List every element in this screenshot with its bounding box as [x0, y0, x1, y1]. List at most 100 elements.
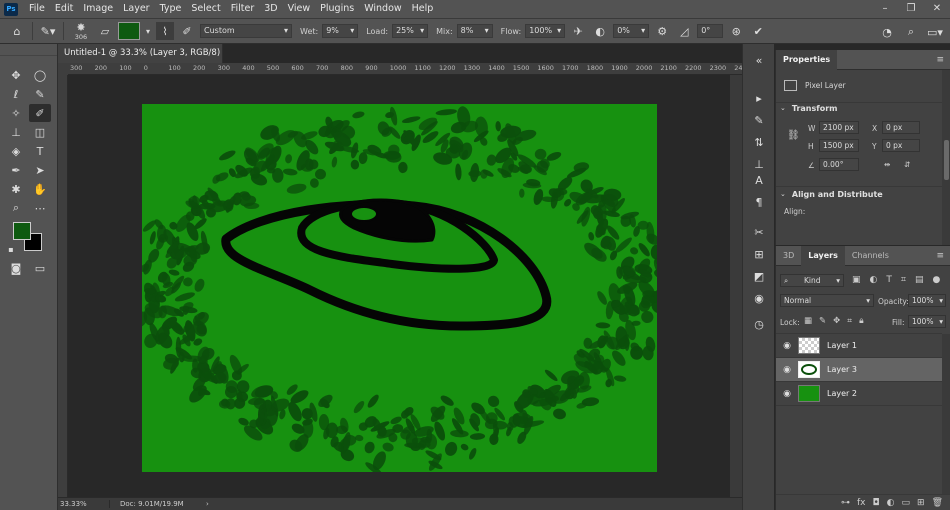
align-header[interactable]: ⌄ Align and Distribute — [780, 190, 883, 199]
clean-brush-icon[interactable]: ✐ — [178, 22, 196, 40]
close-window-button[interactable]: ✕ — [924, 0, 950, 18]
expand-panels-icon[interactable]: « — [751, 52, 767, 68]
lock-position-icon[interactable]: ✥ — [833, 316, 840, 326]
type-tool-icon[interactable]: T — [29, 142, 51, 160]
quick-mask-icon[interactable]: ◙ — [5, 259, 27, 277]
new-group-icon[interactable]: ▭ — [902, 498, 911, 508]
swatch-options-icon[interactable]: ▾ — [144, 22, 152, 40]
styles-panel-icon[interactable]: ◉ — [751, 290, 767, 306]
pen-tool-icon[interactable]: ✒ — [5, 161, 27, 179]
width-input[interactable]: 2100 px — [819, 121, 859, 134]
pressure-size-icon[interactable]: ✔ — [749, 22, 767, 40]
menu-help[interactable]: Help — [407, 0, 439, 18]
x-input[interactable]: 0 px — [882, 121, 920, 134]
tab-layers[interactable]: Layers — [801, 245, 845, 266]
load-input[interactable]: 25% ▾ — [392, 24, 429, 38]
mix-input[interactable]: 8% ▾ — [456, 24, 493, 38]
filter-toggle-icon[interactable]: ● — [932, 275, 940, 285]
menu-window[interactable]: Window — [359, 0, 406, 18]
magic-wand-tool-icon[interactable]: ✧ — [5, 104, 27, 122]
tools-panel-grip[interactable] — [0, 44, 57, 56]
menu-edit[interactable]: Edit — [50, 0, 78, 18]
tools-preset-icon[interactable]: ✂ — [751, 224, 767, 240]
lock-artboard-icon[interactable]: ⌗ — [847, 316, 852, 326]
menu-3d[interactable]: 3D — [259, 0, 282, 18]
share-icon[interactable]: ◔ — [878, 23, 896, 41]
angle-input[interactable]: 0.00° — [819, 158, 859, 171]
workspace-icon[interactable]: ▭▾ — [926, 23, 944, 41]
tab-3d[interactable]: 3D — [776, 246, 801, 266]
fill-input[interactable]: 100% ▾ — [908, 315, 946, 328]
link-layers-icon[interactable]: ⊶ — [841, 498, 850, 508]
move-tool-icon[interactable]: ✥ — [5, 66, 27, 84]
character-panel-icon[interactable]: A — [751, 172, 767, 188]
history-panel-icon[interactable]: ▸ — [751, 90, 767, 106]
smoothing-icon[interactable]: ◐ — [591, 22, 609, 40]
filter-smart-object-icon[interactable]: ▤ — [915, 275, 924, 285]
document-tab[interactable]: Untitled-1 @ 33.3% (Layer 3, RGB/8) *× — [58, 44, 223, 77]
lasso-tool-icon[interactable]: ℓ — [5, 85, 27, 103]
tab-properties[interactable]: Properties — [776, 49, 838, 70]
paint-bucket-tool-icon[interactable]: ◈ — [5, 142, 27, 160]
lock-pixels-icon[interactable]: ✎ — [819, 316, 826, 326]
flip-vertical-icon[interactable]: ⇵ — [904, 160, 910, 169]
menu-select[interactable]: Select — [186, 0, 225, 18]
visibility-eye-icon[interactable]: ◉ — [776, 341, 798, 351]
screen-mode-icon[interactable]: ▭ — [29, 259, 51, 277]
quick-selection-tool-icon[interactable]: ✎ — [29, 85, 51, 103]
layer-style-icon[interactable]: fx — [857, 498, 866, 508]
restore-button[interactable]: ❐ — [898, 0, 924, 18]
mixer-brush-tool-icon[interactable]: ✐ — [29, 104, 51, 122]
menu-filter[interactable]: Filter — [226, 0, 260, 18]
panel-menu-icon[interactable]: ≡ — [936, 55, 944, 65]
wet-input[interactable]: 9% ▾ — [322, 24, 359, 38]
shape-tool-icon[interactable]: ✱ — [5, 180, 27, 198]
mixer-brush-tool-icon[interactable]: ✎▾ — [39, 22, 57, 40]
delete-layer-icon[interactable]: 🗑︎ — [932, 498, 943, 508]
minimize-button[interactable]: – — [872, 0, 898, 18]
layer-row-layer-3[interactable]: ◉ Layer 3 — [776, 358, 942, 382]
flip-horizontal-icon[interactable]: ⇹ — [884, 160, 890, 169]
foreground-color-swatch[interactable] — [13, 222, 31, 240]
menu-plugins[interactable]: Plugins — [315, 0, 359, 18]
smoothing-input[interactable]: 0% ▾ — [613, 24, 650, 38]
adjustment-layer-icon[interactable]: ◐ — [887, 498, 895, 508]
layer-row-layer-1[interactable]: ◉ Layer 1 — [776, 334, 942, 358]
brushes-panel-icon[interactable]: ✎ — [751, 112, 767, 128]
timeline-panel-icon[interactable]: ◷ — [751, 316, 767, 332]
menu-type[interactable]: Type — [155, 0, 187, 18]
layer-filter-select[interactable]: ⌕ Kind ▾ — [780, 274, 844, 287]
hand-tool-icon[interactable]: ✋ — [29, 180, 51, 198]
brush-angle-icon[interactable]: ◿ — [675, 22, 693, 40]
properties-scrollbar[interactable] — [942, 70, 950, 245]
filter-shape-icon[interactable]: ⌗ — [901, 275, 906, 285]
blend-preset-select[interactable]: Custom ▾ — [200, 24, 292, 38]
menu-view[interactable]: View — [283, 0, 316, 18]
more-tools-icon[interactable]: ⋯ — [29, 199, 51, 217]
home-icon[interactable]: ⌂ — [8, 22, 26, 40]
blend-mode-select[interactable]: Normal ▾ — [780, 294, 874, 307]
y-input[interactable]: 0 px — [882, 139, 920, 152]
lock-all-icon[interactable]: 🔒︎ — [859, 316, 864, 326]
angle-input[interactable]: 0° — [697, 24, 724, 38]
adjustments-panel-icon[interactable]: ⇅ — [751, 134, 767, 150]
libraries-panel-icon[interactable]: ⊞ — [751, 246, 767, 262]
menu-file[interactable]: File — [24, 0, 50, 18]
transform-header[interactable]: ⌄ Transform — [780, 104, 838, 113]
airbrush-icon[interactable]: ✈ — [569, 22, 587, 40]
vertical-ruler[interactable] — [58, 75, 68, 497]
canvas-vertical-scrollbar[interactable] — [730, 75, 742, 497]
gear-icon[interactable]: ⚙ — [653, 22, 671, 40]
path-selection-tool-icon[interactable]: ➤ — [29, 161, 51, 179]
flow-input[interactable]: 100% ▾ — [525, 24, 566, 38]
scrollbar-thumb[interactable] — [944, 140, 949, 180]
ruler-origin[interactable] — [58, 63, 68, 75]
filter-adjustment-icon[interactable]: ◐ — [870, 275, 878, 285]
eraser-tool-icon[interactable]: ◫ — [29, 123, 51, 141]
navigator-panel-icon[interactable]: ◩ — [751, 268, 767, 284]
filter-pixel-icon[interactable]: ▣ — [852, 275, 861, 285]
clone-stamp-tool-icon[interactable]: ⊥ — [5, 123, 27, 141]
panel-menu-icon[interactable]: ≡ — [936, 251, 944, 261]
tab-channels[interactable]: Channels — [845, 246, 896, 266]
document-canvas[interactable] — [142, 104, 657, 472]
